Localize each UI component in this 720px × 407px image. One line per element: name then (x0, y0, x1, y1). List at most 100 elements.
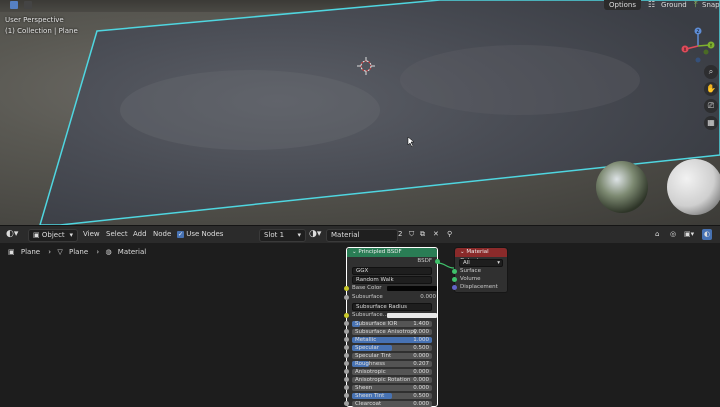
param-field-specular[interactable]: Specular 0.500 (344, 345, 432, 351)
volume-label: Volume (460, 276, 481, 282)
fake-user-shield-icon[interactable]: ⛉ (409, 229, 414, 240)
displacement-label: Displacement (460, 284, 498, 290)
material-browse-icon[interactable]: ◑▾ (309, 229, 321, 240)
param-field-subsurface-anisotropy[interactable]: Subsurface Anisotropy 0.000 (344, 329, 432, 335)
tool-settings-icon[interactable] (24, 1, 32, 9)
output-target-dropdown[interactable]: All ▾ (459, 259, 503, 267)
pin-icon[interactable]: ⚲ (447, 229, 452, 240)
navigation-gizmo[interactable]: Z X Y (676, 26, 716, 66)
options-button[interactable]: Options (604, 0, 642, 10)
object-mode-icon: ▣ (33, 231, 40, 239)
subsurface-method-dropdown[interactable]: Random Walk (352, 276, 432, 284)
node-editor-canvas[interactable]: ▣ Plane › ▽ Plane › ◍ Material ⌄ Princip… (0, 243, 720, 407)
param-field-specular-tint[interactable]: Specular Tint 0.000 (344, 353, 432, 359)
object-mode-dropdown[interactable]: ▣ Object ▾ (28, 229, 78, 242)
duplicate-material-icon[interactable]: ⧉ (420, 229, 425, 240)
menu-node[interactable]: Node (153, 229, 171, 240)
subsurface-socket[interactable] (344, 295, 349, 300)
subsurface-color-socket[interactable] (344, 313, 349, 318)
zoom-icon[interactable]: ⌕ (704, 65, 718, 79)
param-label: Specular Tint (355, 353, 392, 359)
unlink-close-icon[interactable]: ✕ (433, 229, 439, 240)
param-field-clearcoat[interactable]: Clearcoat 0.000 (344, 401, 432, 407)
param-socket[interactable] (344, 385, 349, 390)
material-icon: ◍ (105, 248, 112, 256)
material-output-node[interactable]: ⌄ Material Output All ▾ Surface Volume D… (452, 247, 508, 293)
menu-add[interactable]: Add (133, 229, 147, 240)
mesh-data-icon: ▽ (57, 248, 63, 256)
output-target-label: All (463, 260, 470, 266)
param-socket[interactable] (344, 393, 349, 398)
param-socket[interactable] (344, 337, 349, 342)
3d-viewport[interactable]: Options ☷ Ground ⤒ Snap User Perspective… (0, 0, 720, 225)
snap-toggle-icon[interactable]: ⌂ (655, 229, 659, 240)
volume-socket[interactable] (452, 277, 457, 282)
breadcrumb: ▣ Plane › ▽ Plane › ◍ Material (8, 248, 146, 256)
snap-label[interactable]: Snap (700, 0, 720, 10)
param-socket[interactable] (344, 321, 349, 326)
material-name-field[interactable]: Material (326, 229, 398, 242)
node-wrangler-icon[interactable]: ◐ (702, 229, 713, 240)
param-socket[interactable] (344, 353, 349, 358)
param-value: 0.000 (413, 369, 429, 375)
subsurface-color-swatch[interactable] (387, 313, 437, 318)
snap-icon[interactable]: ⤒ (694, 0, 698, 10)
base-color-swatch[interactable] (387, 286, 437, 291)
use-nodes-label: Use Nodes (186, 230, 224, 238)
distribution-dropdown[interactable]: GGX (352, 267, 432, 275)
ground-label[interactable]: Ground (656, 0, 692, 10)
node-editor-icon[interactable]: ◐▾ (6, 229, 18, 240)
plane-mesh[interactable] (0, 0, 720, 225)
param-field-sheen-tint[interactable]: Sheen Tint 0.500 (344, 393, 432, 399)
pan-hand-icon[interactable]: ✋ (704, 82, 718, 96)
select-tool-icon[interactable] (10, 1, 18, 9)
snap-grid-icon[interactable]: ☷ (648, 0, 655, 9)
checkbox-checked-icon[interactable]: ✓ (177, 230, 184, 238)
displacement-socket[interactable] (452, 285, 457, 290)
slot-dropdown[interactable]: Slot 1 ▾ (259, 229, 306, 242)
collapse-chevron-icon[interactable]: ⌄ (460, 249, 465, 255)
param-label: Anisotropic Rotation (355, 377, 411, 383)
viewport-header: Options ☷ Ground ⤒ Snap (0, 0, 720, 12)
param-socket[interactable] (344, 329, 349, 334)
subsurface-color-label: Subsurface... (352, 312, 389, 318)
menu-view[interactable]: View (83, 229, 100, 240)
chevron-down-icon: ▾ (297, 231, 301, 239)
chevron-down-icon: ▾ (497, 260, 500, 266)
param-value: 1.000 (413, 337, 429, 343)
principled-bsdf-node[interactable]: ⌄ Principled BSDF BSDF GGX Random Walk B… (344, 247, 440, 407)
param-field-subsurface-ior[interactable]: Subsurface IOR 1.400 (344, 321, 432, 327)
collapse-chevron-icon[interactable]: ⌄ (352, 249, 357, 255)
base-color-socket[interactable] (344, 286, 349, 291)
param-field-anisotropic[interactable]: Anisotropic 0.000 (344, 369, 432, 375)
param-field-anisotropic-rotation[interactable]: Anisotropic Rotation 0.000 (344, 377, 432, 383)
camera-view-icon[interactable]: ⎚ (704, 99, 718, 113)
param-label: Specular (355, 345, 380, 351)
param-label: Sheen Tint (355, 393, 385, 399)
ortho-grid-icon[interactable]: ▦ (704, 116, 718, 130)
breadcrumb-object: Plane (20, 248, 41, 256)
subsurface-radius-dropdown[interactable]: Subsurface Radius (352, 303, 432, 311)
material-output-header[interactable]: ⌄ Material Output (455, 248, 507, 264)
param-socket[interactable] (344, 369, 349, 374)
param-field-metallic[interactable]: Metallic 1.000 (344, 337, 432, 343)
param-socket[interactable] (344, 345, 349, 350)
bsdf-output-socket[interactable] (435, 259, 440, 264)
param-field-sheen[interactable]: Sheen 0.000 (344, 385, 432, 391)
overlay-icon[interactable]: ◎ (670, 229, 676, 240)
param-socket[interactable] (344, 361, 349, 366)
param-value: 0.000 (413, 385, 429, 391)
material-user-count[interactable]: 2 (398, 229, 402, 240)
backdrop-icon[interactable]: ▣▾ (684, 229, 694, 240)
surface-socket[interactable] (452, 269, 457, 274)
param-socket[interactable] (344, 401, 349, 406)
subsurface-row[interactable]: Subsurface 0.000 (344, 294, 442, 301)
use-nodes-toggle[interactable]: ✓ Use Nodes (177, 229, 223, 240)
menu-select[interactable]: Select (106, 229, 128, 240)
param-socket[interactable] (344, 377, 349, 382)
active-object-info: (1) Collection | Plane (5, 27, 78, 35)
param-field-roughness[interactable]: Roughness 0.207 (344, 361, 432, 367)
principled-bsdf-header[interactable]: ⌄ Principled BSDF (347, 248, 437, 257)
chevron-right-icon: › (96, 248, 100, 256)
gizmo-y-label: Y (709, 43, 713, 48)
